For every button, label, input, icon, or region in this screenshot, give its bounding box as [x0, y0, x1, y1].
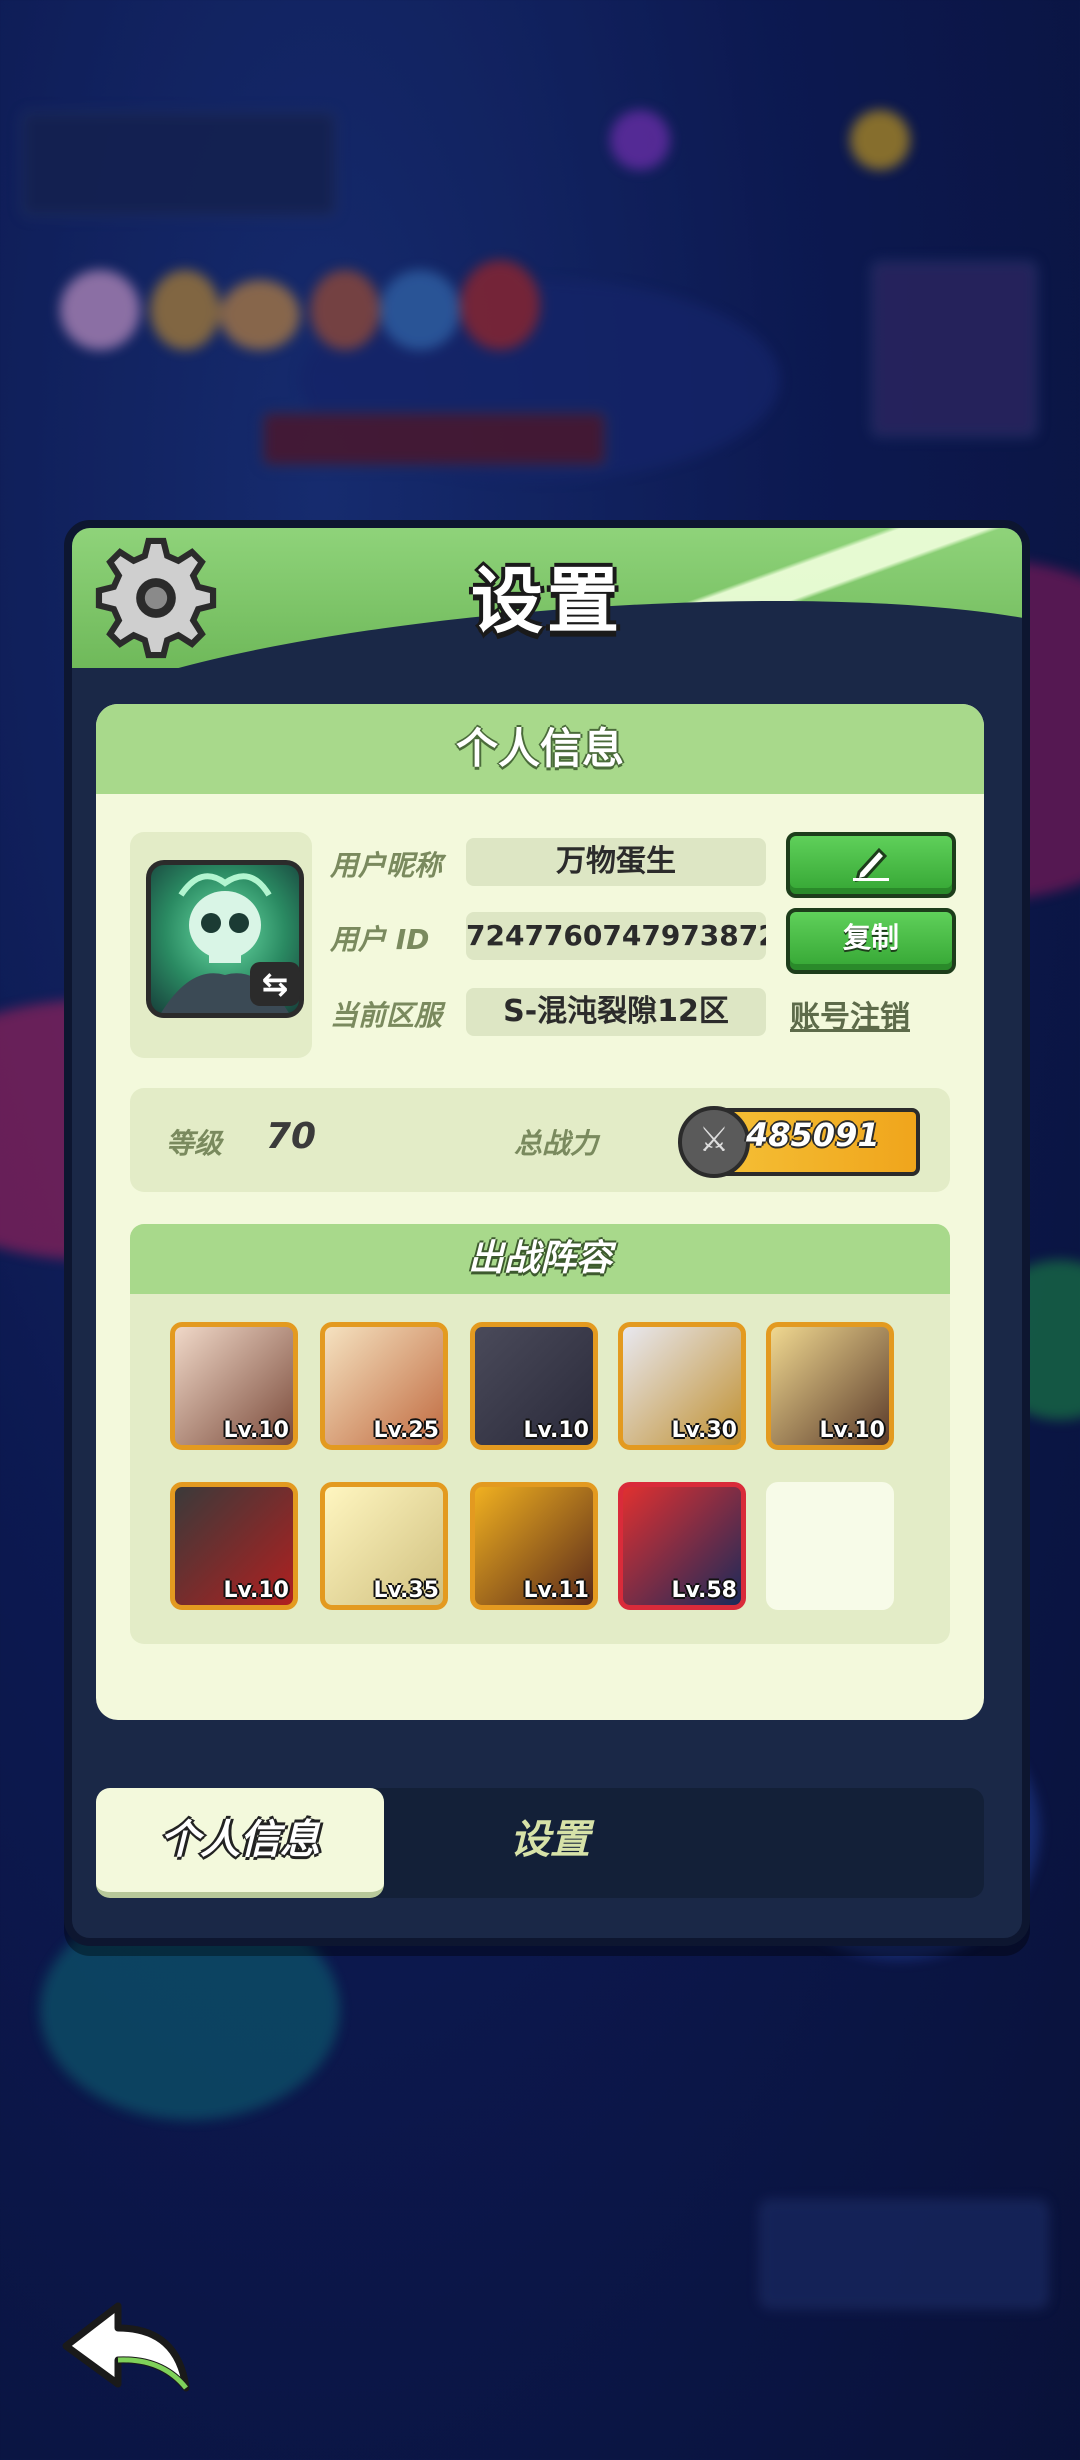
level-value: 70 — [266, 1116, 317, 1157]
nickname-label: 用户昵称 — [330, 849, 443, 882]
hero-slot-6[interactable]: Lv.10 — [170, 1482, 298, 1610]
avatar-frame: ⇆ — [130, 832, 312, 1058]
tab-personal-info[interactable]: 个人信息 — [96, 1788, 384, 1898]
hero-slot-5[interactable]: Lv.10 — [766, 1322, 894, 1450]
swap-avatar-icon[interactable]: ⇆ — [250, 962, 300, 1006]
hero-level: Lv.58 — [671, 1578, 737, 1603]
power-label: 总战力 — [514, 1127, 599, 1160]
level-label: 等级 — [166, 1127, 223, 1160]
edit-nickname-button[interactable] — [786, 832, 956, 898]
cancel-account-link[interactable]: 账号注销 — [790, 992, 910, 1036]
server-label: 当前区服 — [330, 999, 443, 1032]
hero-slot-1[interactable]: Lv.10 — [170, 1322, 298, 1450]
panel-header: 设置 — [72, 528, 1022, 668]
bottom-tabbar: 个人信息 设置 — [96, 1788, 984, 1898]
hero-level: Lv.30 — [671, 1418, 737, 1443]
personal-info-header: 个人信息 — [96, 704, 984, 794]
hero-level: Lv.11 — [523, 1578, 589, 1603]
hero-slot-7[interactable]: Lv.35 — [320, 1482, 448, 1610]
hero-slot-8[interactable]: Lv.11 — [470, 1482, 598, 1610]
settings-panel: 设置 个人信息 ⇆ 用户昵称 万物蛋生 用户 ID 72477607479738… — [64, 520, 1030, 1946]
battle-lineup: 出战阵容 Lv.10 Lv.25 Lv.10 Lv.30 Lv.10 Lv.10… — [130, 1224, 950, 1644]
hero-level: Lv.25 — [373, 1418, 439, 1443]
hero-slot-2[interactable]: Lv.25 — [320, 1322, 448, 1450]
power-value: 485091 — [746, 1116, 880, 1154]
user-id-label: 用户 ID — [330, 923, 430, 956]
pencil-icon — [853, 847, 889, 883]
lineup-header: 出战阵容 — [130, 1224, 950, 1294]
back-arrow-icon[interactable] — [58, 2296, 198, 2396]
personal-info-card: 个人信息 ⇆ 用户昵称 万物蛋生 用户 ID 72477607479738728… — [96, 704, 984, 1720]
hero-level: Lv.10 — [819, 1418, 885, 1443]
crossed-swords-icon: ⚔ — [678, 1106, 750, 1178]
hero-level: Lv.35 — [373, 1578, 439, 1603]
hero-level: Lv.10 — [223, 1578, 289, 1603]
stats-row: 等级 70 总战力 ⚔ 485091 — [130, 1088, 950, 1192]
nickname-field: 万物蛋生 — [466, 838, 766, 886]
hero-level: Lv.10 — [523, 1418, 589, 1443]
tab-settings[interactable]: 设置 — [406, 1788, 694, 1892]
server-field: S-混沌裂隙12区 — [466, 988, 766, 1036]
hero-slot-3[interactable]: Lv.10 — [470, 1322, 598, 1450]
user-id-field: 72477607479738728 — [466, 912, 766, 960]
hero-level: Lv.10 — [223, 1418, 289, 1443]
copy-id-button[interactable]: 复制 — [786, 908, 956, 974]
power-badge: ⚔ 485091 — [678, 1106, 920, 1178]
hero-slot-4[interactable]: Lv.30 — [618, 1322, 746, 1450]
hero-slot-empty[interactable] — [766, 1482, 894, 1610]
panel-title: 设置 — [470, 559, 623, 643]
hero-slot-9[interactable]: Lv.58 — [618, 1482, 746, 1610]
